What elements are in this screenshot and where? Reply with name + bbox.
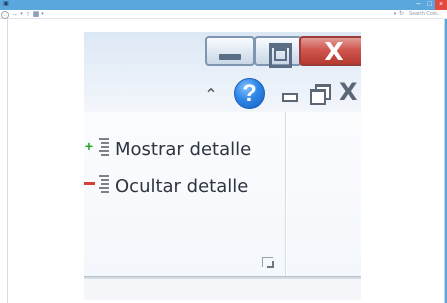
- detail-lines-icon: [97, 175, 109, 197]
- group-separator: [285, 112, 287, 276]
- hide-detail-icon: [84, 175, 112, 199]
- detail-lines-icon: [97, 138, 109, 160]
- outline-group: + Mostrar detalle Ocultar detalle: [84, 112, 361, 276]
- hide-detail-label: Ocultar detalle: [115, 176, 249, 197]
- forward-icon[interactable]: →: [11, 10, 18, 19]
- history-dropdown-icon[interactable]: ▾: [19, 10, 24, 19]
- mdi-close-icon[interactable]: X: [339, 79, 361, 105]
- outer-close-button[interactable]: ×: [435, 0, 447, 10]
- show-detail-icon: +: [84, 138, 112, 162]
- help-icon[interactable]: ?: [234, 78, 265, 109]
- magnified-ribbon-view: X ⌃ ? X + Mostrar detalle Ocultar detall…: [84, 32, 361, 300]
- dialog-launcher-icon[interactable]: [262, 257, 274, 268]
- minus-icon: [84, 182, 95, 185]
- search-input[interactable]: Search Cont...: [409, 10, 447, 19]
- ribbon-bottom-border: [84, 276, 361, 300]
- mdi-restore-icon[interactable]: [310, 84, 331, 105]
- folder-icon: ▦: [32, 11, 40, 18]
- mdi-minimize-icon[interactable]: [282, 93, 298, 102]
- path-dropdown-icon[interactable]: ▾: [40, 10, 45, 19]
- outer-maximize-button[interactable]: □: [425, 0, 434, 9]
- minimize-button[interactable]: [205, 36, 255, 66]
- maximize-button[interactable]: [254, 36, 302, 68]
- close-button[interactable]: X: [299, 36, 361, 66]
- address-toolbar: ← → ▾ ↑ ▦ ▾ ▾ ↻: [0, 10, 447, 19]
- back-icon[interactable]: ←: [1, 11, 9, 19]
- app-icon: ▣: [3, 1, 9, 7]
- ribbon-controls: ⌃ ? X: [84, 77, 361, 111]
- up-folder-icon[interactable]: ↑: [25, 10, 31, 19]
- outer-titlebar: ▣ – □ ×: [0, 0, 447, 10]
- refresh-icon[interactable]: ↻: [398, 10, 405, 19]
- show-detail-label: Mostrar detalle: [115, 139, 252, 160]
- outer-minimize-button[interactable]: –: [414, 0, 423, 9]
- plus-icon: +: [84, 138, 94, 154]
- left-divider: [7, 19, 8, 303]
- collapse-ribbon-icon[interactable]: ⌃: [202, 86, 220, 104]
